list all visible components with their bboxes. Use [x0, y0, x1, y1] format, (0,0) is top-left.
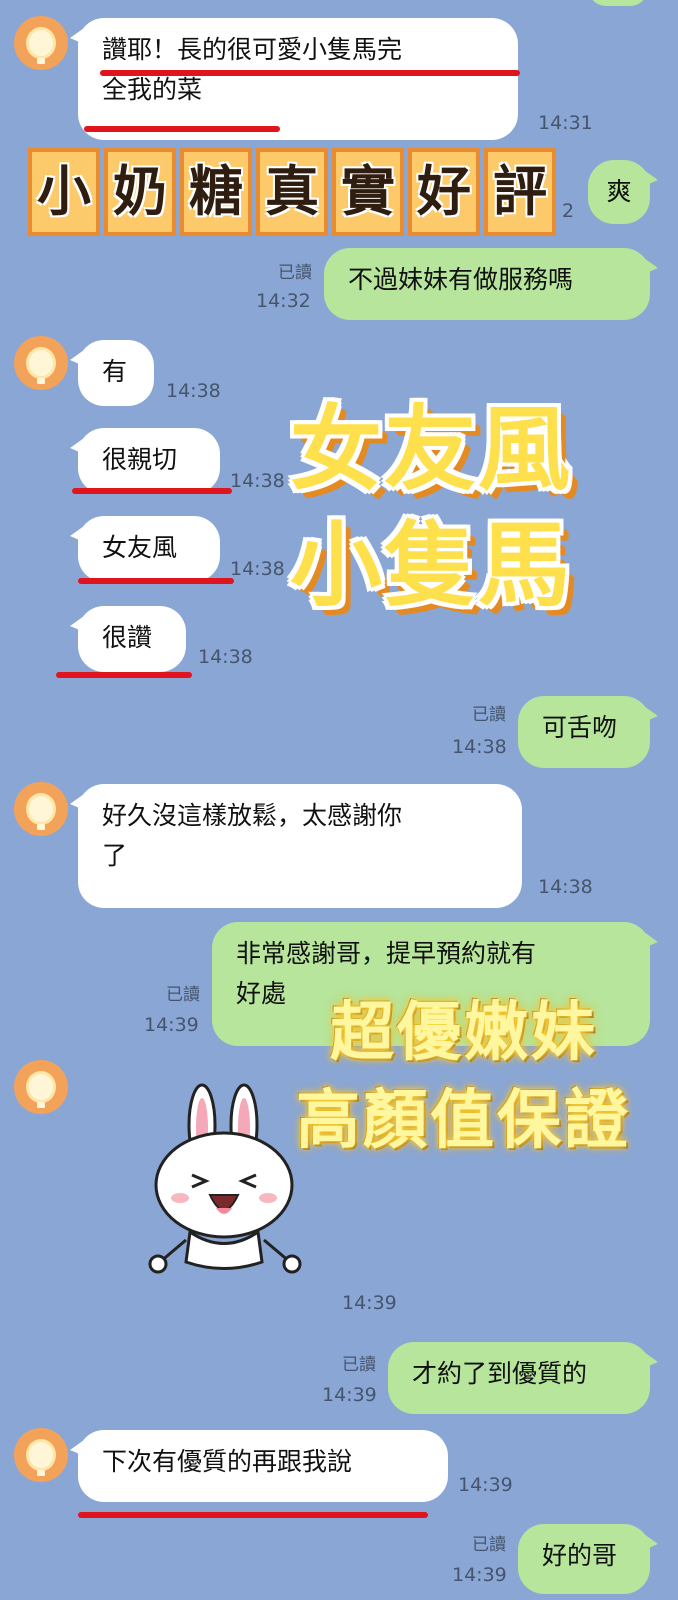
- message-text: 才約了到優質的: [412, 1359, 588, 1388]
- message-text: 不過妹妹有做服務嗎: [348, 265, 574, 294]
- banner-char: 實: [332, 148, 404, 236]
- contact-avatar[interactable]: [14, 1060, 68, 1114]
- red-underline: [56, 672, 192, 678]
- read-receipt: 已讀: [472, 1535, 506, 1555]
- lightbulb-avatar-icon: [29, 1442, 53, 1476]
- message-bubble-incoming[interactable]: 讚耶！長的很可愛小隻馬完 全我的菜: [70, 18, 518, 140]
- red-underline: [84, 126, 280, 132]
- message-time: 14:38: [452, 736, 507, 758]
- message-bubble-incoming[interactable]: 很讚: [70, 606, 186, 672]
- message-text: 很親切: [102, 445, 178, 474]
- message-bubble-outgoing[interactable]: 不過妹妹有做服務嗎: [324, 248, 658, 320]
- overlay-glow-line2: 高顏值保證: [296, 1084, 631, 1158]
- message-time: 14:39: [144, 1014, 199, 1036]
- red-underline: [100, 70, 520, 76]
- bunny-sticker-icon: [148, 1083, 302, 1274]
- message-text: 好的哥: [542, 1541, 618, 1570]
- message-bubble-outgoing[interactable]: 爽: [588, 160, 658, 224]
- bunny-sticker[interactable]: [140, 1080, 310, 1280]
- message-text: 可舌吻: [542, 713, 618, 742]
- overlay-title-line2: 小隻馬: [290, 512, 573, 619]
- message-time: 14:38: [198, 646, 253, 668]
- message-time: 14:39: [458, 1474, 513, 1496]
- read-receipt: 已讀: [342, 1355, 376, 1375]
- message-bubble-incoming[interactable]: 女友風: [70, 516, 220, 582]
- message-text: 下次有優質的再跟我說: [102, 1447, 353, 1476]
- message-time: 14:38: [538, 876, 593, 898]
- red-underline: [78, 578, 234, 584]
- contact-avatar[interactable]: [14, 336, 68, 390]
- contact-avatar[interactable]: [14, 1428, 68, 1482]
- message-text: 有: [102, 357, 128, 386]
- lightbulb-avatar-icon: [29, 1074, 53, 1108]
- message-time: 14:39: [452, 1564, 507, 1586]
- contact-avatar[interactable]: [14, 16, 68, 70]
- red-underline: [78, 1512, 428, 1518]
- message-bubble-outgoing[interactable]: 好的哥: [518, 1524, 658, 1594]
- message-bubble-incoming[interactable]: 好久沒這樣放鬆，太感謝你 了: [70, 784, 522, 908]
- banner-char: 糖: [180, 148, 252, 236]
- lightbulb-avatar-icon: [29, 796, 53, 830]
- message-time: 14:38: [230, 558, 285, 580]
- message-text: 非常感謝哥，提早預約就有: [236, 939, 537, 968]
- message-text: 全我的菜: [102, 75, 203, 104]
- message-text: 好久沒這樣放鬆，太感謝你: [102, 801, 403, 830]
- overlay-title-line1: 女友風: [290, 396, 573, 503]
- message-time: 14:38: [230, 470, 285, 492]
- review-banner: 小 奶 糖 真 實 好 評: [28, 148, 568, 240]
- message-bubble-outgoing[interactable]: 可舌吻: [518, 696, 658, 768]
- red-underline: [72, 488, 232, 494]
- partial-bubble-top: [588, 0, 648, 6]
- message-time: 14:31: [538, 112, 593, 134]
- lightbulb-avatar-icon: [29, 30, 53, 64]
- contact-avatar[interactable]: [14, 782, 68, 836]
- message-text: 了: [102, 841, 128, 870]
- overlay-glow-line1: 超優嫩妹: [330, 996, 598, 1070]
- message-bubble-outgoing[interactable]: 才約了到優質的: [388, 1342, 658, 1414]
- message-bubble-incoming[interactable]: 很親切: [70, 428, 220, 494]
- read-receipt: 已讀: [166, 985, 200, 1005]
- message-time: 14:38: [166, 380, 221, 402]
- banner-char: 真: [256, 148, 328, 236]
- message-text: 女友風: [102, 533, 178, 562]
- message-text: 很讚: [102, 623, 153, 652]
- read-receipt: 已讀: [472, 705, 506, 725]
- banner-char: 小: [28, 148, 100, 236]
- banner-char: 評: [484, 148, 556, 236]
- read-receipt: 已讀: [278, 263, 312, 283]
- message-bubble-incoming[interactable]: 有: [70, 340, 154, 406]
- message-text: 爽: [606, 177, 632, 206]
- message-time: 14:32: [256, 290, 311, 312]
- lightbulb-avatar-icon: [29, 350, 53, 384]
- banner-char: 奶: [104, 148, 176, 236]
- message-bubble-incoming[interactable]: 下次有優質的再跟我說: [70, 1430, 448, 1502]
- message-time: 14:39: [342, 1292, 397, 1314]
- message-text: 讚耶！長的很可愛小隻馬完: [102, 35, 403, 64]
- message-time: 14:39: [322, 1384, 377, 1406]
- banner-char: 好: [408, 148, 480, 236]
